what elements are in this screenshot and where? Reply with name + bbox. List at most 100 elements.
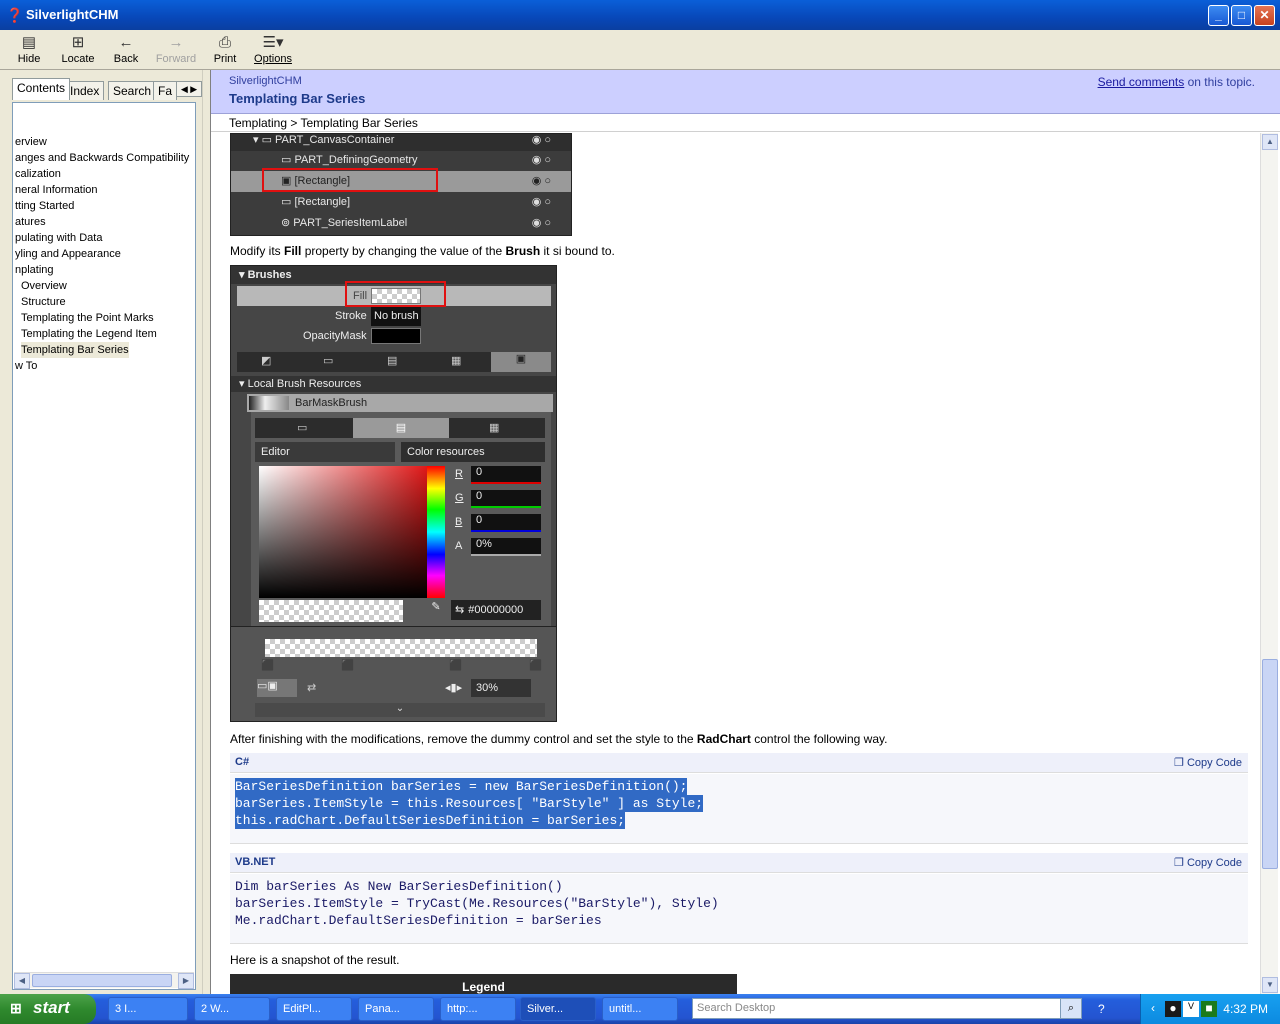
vbnet-code-block[interactable]: Dim barSeries As New BarSeriesDefinition… bbox=[230, 874, 1248, 944]
tree-item[interactable]: pulating with Data bbox=[15, 230, 102, 246]
gradient-stop-icon[interactable]: ⬛ bbox=[261, 659, 275, 672]
tree-item[interactable]: calization bbox=[15, 166, 61, 182]
search-icon[interactable]: ⌕ bbox=[1060, 998, 1082, 1019]
print-button[interactable]: ⎙ Print bbox=[210, 33, 240, 69]
hide-button[interactable]: ▤ Hide bbox=[12, 33, 46, 69]
gradient-mode-icon[interactable]: ▭▣ bbox=[257, 679, 297, 697]
status-tray-icon[interactable]: ■ bbox=[1201, 1001, 1217, 1017]
options-button[interactable]: ☰▾ Options bbox=[252, 33, 294, 69]
gradient-stop-icon[interactable]: ⬛ bbox=[529, 659, 543, 672]
gradient-preview[interactable] bbox=[265, 639, 537, 657]
forward-button[interactable]: → Forward bbox=[154, 33, 198, 69]
scroll-right-icon[interactable]: ▶ bbox=[178, 973, 194, 989]
editor-brush-tabs[interactable]: ▭ ▤ ▦ bbox=[255, 418, 545, 438]
taskbar-button-active[interactable]: Silver... bbox=[520, 997, 596, 1021]
tab-index[interactable]: Index bbox=[65, 81, 105, 100]
tab-search[interactable]: Search bbox=[108, 81, 157, 100]
maximize-button[interactable]: □ bbox=[1231, 5, 1252, 26]
opacitymask-swatch[interactable] bbox=[371, 328, 421, 344]
resource-brush-icon[interactable]: ▣ bbox=[491, 352, 551, 372]
scroll-thumb[interactable] bbox=[32, 974, 172, 987]
resource-item[interactable]: BarMaskBrush bbox=[247, 394, 553, 412]
back-button[interactable]: ← Back bbox=[110, 33, 142, 69]
taskbar-button[interactable]: 2 W... bbox=[194, 997, 270, 1021]
tab-contents[interactable]: Contents bbox=[12, 78, 71, 100]
tree-horizontal-scrollbar[interactable]: ◀ ▶ bbox=[14, 972, 194, 989]
stop-offset-input[interactable]: 30% bbox=[471, 679, 531, 697]
topic-header: SilverlightCHM Templating Bar Series Sen… bbox=[211, 70, 1280, 114]
editor-tab[interactable]: Editor bbox=[255, 442, 395, 462]
stroke-value[interactable]: No brush bbox=[371, 306, 421, 326]
solid-color-icon[interactable]: ▭ bbox=[297, 421, 307, 434]
tree-item[interactable]: yling and Appearance bbox=[15, 246, 121, 262]
locate-button[interactable]: ⊞ Locate bbox=[58, 33, 98, 69]
tree-item[interactable]: Templating the Point Marks bbox=[21, 310, 154, 326]
nav-tabs: Contents Index Search Fa ◀ ▶ bbox=[8, 78, 202, 100]
tree-item[interactable]: atures bbox=[15, 214, 46, 230]
copy-code-button[interactable]: ❐ Copy Code bbox=[1174, 856, 1242, 869]
brush-type-tabs[interactable]: ◩ ▭ ▤ ▦ ▣ bbox=[237, 352, 551, 372]
tab-scroll-arrows[interactable]: ◀ ▶ bbox=[176, 81, 202, 97]
scroll-left-icon[interactable]: ◀ bbox=[14, 973, 30, 989]
stop-selector-icon[interactable]: ◂▮▸ bbox=[445, 681, 462, 694]
desktop-search-input[interactable]: Search Desktop bbox=[692, 998, 1082, 1019]
image-brush-icon[interactable]: ▦ bbox=[489, 421, 499, 434]
taskbar-button[interactable]: http:... bbox=[440, 997, 516, 1021]
reverse-gradient-icon[interactable]: ⇄ bbox=[307, 681, 316, 694]
hue-slider[interactable] bbox=[427, 466, 445, 598]
green-input[interactable]: 0 bbox=[471, 490, 541, 508]
gradient-brush-icon[interactable]: ▤ bbox=[387, 354, 397, 367]
tree-item[interactable]: Structure bbox=[21, 294, 66, 310]
eye-icon: ◉ ○ bbox=[531, 175, 551, 187]
product-name: SilverlightCHM bbox=[229, 75, 302, 87]
tree-item[interactable]: tting Started bbox=[15, 198, 74, 214]
tile-brush-icon[interactable]: ▦ bbox=[451, 354, 461, 367]
taskbar-button[interactable]: EditPl... bbox=[276, 997, 352, 1021]
close-button[interactable]: ✕ bbox=[1254, 5, 1275, 26]
hex-input[interactable]: ⇆ #00000000 bbox=[451, 600, 541, 620]
tree-item[interactable]: Overview bbox=[21, 278, 67, 294]
copy-icon: ❐ bbox=[1174, 857, 1187, 869]
gradient-stop-icon[interactable]: ⬛ bbox=[341, 659, 355, 672]
gradient-stop-icon[interactable]: ⬛ bbox=[449, 659, 463, 672]
tree-item[interactable]: neral Information bbox=[15, 182, 98, 198]
local-resources-header: ▾ Local Brush Resources bbox=[231, 376, 556, 392]
blue-input[interactable]: 0 bbox=[471, 514, 541, 532]
color-picker-area[interactable] bbox=[259, 466, 427, 598]
help-icon[interactable]: ? bbox=[1098, 1002, 1105, 1016]
network-icon[interactable]: ● bbox=[1165, 1001, 1181, 1017]
pane-splitter[interactable] bbox=[202, 70, 210, 994]
taskbar-button[interactable]: Pana... bbox=[358, 997, 434, 1021]
no-brush-icon[interactable]: ◩ bbox=[261, 354, 271, 367]
minimize-button[interactable]: _ bbox=[1208, 5, 1229, 26]
red-input[interactable]: 0 bbox=[471, 466, 541, 484]
send-comments-link[interactable]: Send comments bbox=[1098, 75, 1185, 89]
tree-item[interactable]: anges and Backwards Compatibility bbox=[15, 150, 189, 166]
taskbar-button[interactable]: untitl... bbox=[602, 997, 678, 1021]
topic-content: SilverlightCHM Templating Bar Series Sen… bbox=[210, 70, 1280, 994]
scroll-thumb[interactable] bbox=[1262, 659, 1278, 869]
show-hidden-icon[interactable]: ‹ bbox=[1145, 1001, 1161, 1017]
start-button[interactable]: ⊞ start bbox=[0, 994, 96, 1024]
tree-item[interactable]: Templating the Legend Item bbox=[21, 326, 157, 342]
copy-code-button[interactable]: ❐ Copy Code bbox=[1174, 756, 1242, 769]
csharp-code-block[interactable]: BarSeriesDefinition barSeries = new BarS… bbox=[230, 774, 1248, 844]
taskbar-button[interactable]: 3 I... bbox=[108, 997, 188, 1021]
solid-brush-icon[interactable]: ▭ bbox=[323, 354, 333, 367]
scroll-down-icon[interactable]: ▼ bbox=[1262, 977, 1278, 993]
highlight-box bbox=[262, 168, 438, 192]
expand-chevron-icon[interactable]: ⌄ bbox=[255, 703, 545, 717]
alpha-input[interactable]: 0% bbox=[471, 538, 541, 556]
color-resources-tab[interactable]: Color resources bbox=[401, 442, 545, 462]
scroll-up-icon[interactable]: ▲ bbox=[1262, 134, 1278, 150]
tab-favorites[interactable]: Fa bbox=[153, 81, 177, 100]
tree-item[interactable]: nplating bbox=[15, 262, 54, 278]
tree-item[interactable]: erview bbox=[15, 134, 47, 150]
tree-item[interactable]: w To bbox=[15, 358, 37, 374]
eyedropper-icon[interactable]: ✎ bbox=[427, 600, 445, 620]
code-line: BarSeriesDefinition barSeries = new BarS… bbox=[235, 778, 688, 795]
app-tray-icon[interactable]: V bbox=[1183, 1001, 1199, 1017]
content-vertical-scrollbar[interactable]: ▲ ▼ bbox=[1260, 133, 1278, 994]
tree-item-selected[interactable]: Templating Bar Series bbox=[21, 342, 129, 358]
gradient-icon[interactable]: ▤ bbox=[353, 418, 449, 438]
